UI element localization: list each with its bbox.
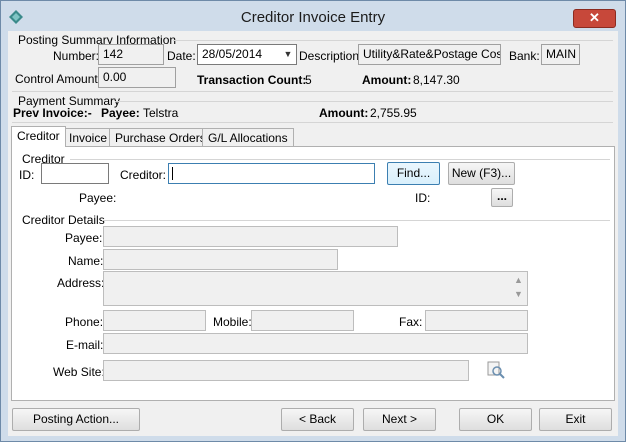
control-amount-field[interactable]: 0.00 <box>98 67 176 88</box>
exit-button[interactable]: Exit <box>539 408 612 431</box>
client-area: Posting Summary Information Number: 142 … <box>8 31 618 436</box>
date-value: 28/05/2014 <box>202 47 263 61</box>
details-email-field[interactable] <box>103 333 528 354</box>
address-scrollbar[interactable]: ▲ ▼ <box>511 273 526 304</box>
creditor-id-input[interactable] <box>41 163 109 184</box>
tab-creditor[interactable]: Creditor <box>11 126 66 147</box>
details-name-field[interactable] <box>103 249 338 270</box>
creditor-id-label: ID: <box>19 168 35 182</box>
back-button[interactable]: < Back <box>281 408 354 431</box>
next-button[interactable]: Next > <box>363 408 436 431</box>
details-fax-label: Fax: <box>399 315 423 329</box>
control-amount-label: Control Amount: <box>15 72 102 86</box>
details-payee-label: Payee: <box>65 231 103 245</box>
description-field[interactable]: Utility&Rate&Postage Costs <box>358 44 501 65</box>
details-name-label: Name: <box>68 254 104 268</box>
payment-amount-label: Amount: <box>319 106 369 120</box>
text-cursor <box>172 167 173 180</box>
bank-label: Bank: <box>509 49 540 63</box>
number-label: Number: <box>53 49 100 63</box>
details-website-label: Web Site: <box>53 365 105 379</box>
browse-button[interactable]: ... <box>491 188 513 207</box>
details-mobile-field[interactable] <box>251 310 354 331</box>
divider <box>12 91 613 92</box>
payee-value: Telstra <box>143 106 179 120</box>
tab-gl-allocations[interactable]: G/L Allocations <box>202 128 294 147</box>
creditor-label: Creditor: <box>120 168 167 182</box>
date-label: Date: <box>167 49 196 63</box>
details-address-label: Address: <box>57 276 105 290</box>
ok-button[interactable]: OK <box>459 408 532 431</box>
title-bar: Creditor Invoice Entry ✕ <box>1 1 625 31</box>
prev-invoice-label: Prev Invoice:- <box>13 106 92 120</box>
browse-web-icon[interactable] <box>487 361 505 379</box>
divider <box>102 220 610 221</box>
description-label: Description: <box>299 49 363 63</box>
details-address-field[interactable]: ▲ ▼ <box>103 271 528 306</box>
close-icon: ✕ <box>589 10 600 25</box>
creditor-id2-label: ID: <box>415 191 431 205</box>
details-phone-label: Phone: <box>65 315 104 329</box>
creditor-details-heading: Creditor Details <box>22 213 105 227</box>
divider <box>115 101 613 102</box>
window-title: Creditor Invoice Entry <box>240 9 386 26</box>
divider <box>173 40 613 41</box>
details-payee-field[interactable] <box>103 226 398 247</box>
divider <box>70 159 610 160</box>
tab-invoice[interactable]: Invoice <box>63 128 114 147</box>
details-mobile-label: Mobile: <box>213 315 252 329</box>
divider <box>12 122 613 123</box>
details-email-label: E-mail: <box>66 338 104 352</box>
payment-amount-value: 2,755.95 <box>370 106 417 120</box>
details-fax-field[interactable] <box>425 310 528 331</box>
transaction-count-label: Transaction Count: <box>197 73 307 87</box>
amount-value: 8,147.30 <box>413 73 460 87</box>
new-creditor-button[interactable]: New (F3)... <box>448 162 515 185</box>
creditor-tab-panel: Creditor ID: Creditor: Find... New (F3).… <box>11 146 615 401</box>
date-picker[interactable]: 28/05/2014 ▼ <box>197 44 297 65</box>
chevron-down-icon[interactable]: ▼ <box>282 47 294 61</box>
details-website-field[interactable] <box>103 360 469 381</box>
find-button[interactable]: Find... <box>387 162 440 185</box>
transaction-count-value: 5 <box>305 73 312 87</box>
amount-label: Amount: <box>362 73 412 87</box>
number-field[interactable]: 142 <box>98 44 164 65</box>
details-phone-field[interactable] <box>103 310 206 331</box>
tab-purchase-orders[interactable]: Purchase Orders <box>109 128 212 147</box>
payee-label: Payee: <box>101 106 140 120</box>
creditor-payee-label: Payee: <box>79 191 117 205</box>
bank-field[interactable]: MAIN <box>541 44 580 65</box>
creditor-invoice-window: Creditor Invoice Entry ✕ Posting Summary… <box>0 0 626 442</box>
posting-action-button[interactable]: Posting Action... <box>12 408 140 431</box>
close-window-button[interactable]: ✕ <box>573 9 616 28</box>
creditor-search-input[interactable] <box>168 163 375 184</box>
